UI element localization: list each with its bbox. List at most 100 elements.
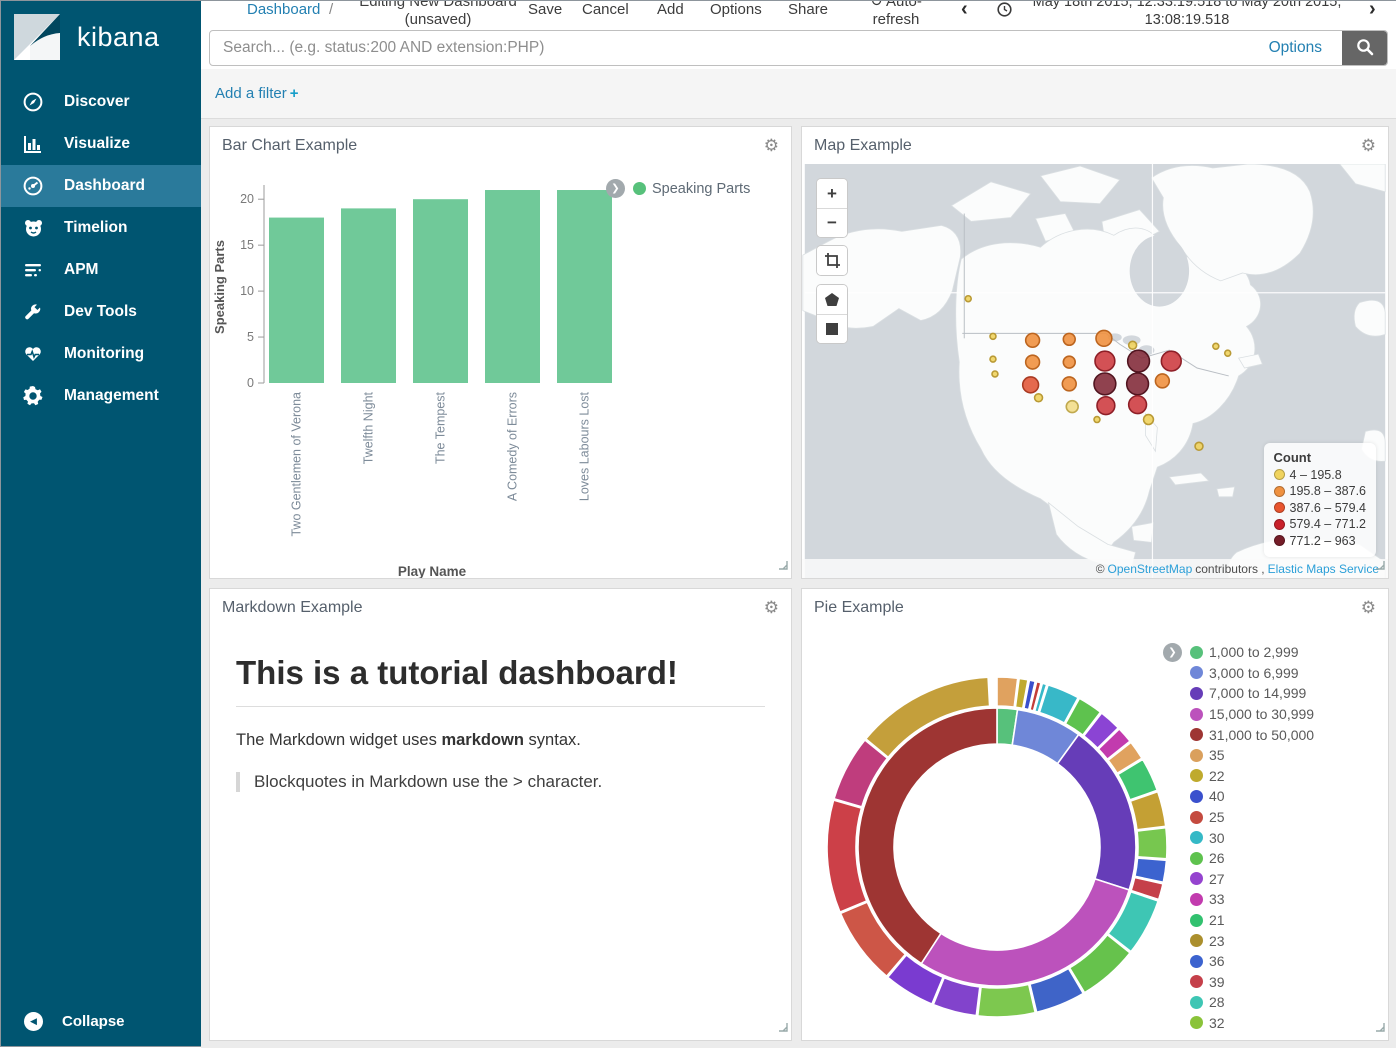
pie-legend-item[interactable]: 28 xyxy=(1190,992,1314,1013)
time-range-picker[interactable]: May 18th 2015, 12:33:19.518 to May 20th … xyxy=(1019,1,1355,29)
sidebar-collapse-button[interactable]: ◀ Collapse xyxy=(1,1002,201,1040)
sidebar-item-monitoring[interactable]: Monitoring xyxy=(1,333,201,375)
rectangle-tool-icon[interactable] xyxy=(817,314,847,343)
resize-handle-icon[interactable] xyxy=(778,1019,788,1037)
pie-legend-item[interactable]: 23 xyxy=(1190,930,1314,951)
map-marker[interactable] xyxy=(1063,356,1075,368)
map-canvas[interactable]: + − Count 4 xyxy=(802,164,1388,579)
map-marker[interactable] xyxy=(1161,351,1181,371)
pie-legend-item[interactable]: 36 xyxy=(1190,951,1314,972)
time-back-arrow[interactable]: ‹ xyxy=(961,1,968,21)
elastic-maps-link[interactable]: Elastic Maps Service xyxy=(1268,562,1379,576)
map-marker[interactable] xyxy=(1095,351,1115,371)
map-marker[interactable] xyxy=(990,333,996,339)
map-marker[interactable] xyxy=(1096,330,1112,346)
legend-swatch xyxy=(1190,872,1203,885)
sidebar-item-devtools[interactable]: Dev Tools xyxy=(1,291,201,333)
sidebar-item-dashboard[interactable]: Dashboard xyxy=(1,165,201,207)
panel-gear-icon[interactable]: ⚙ xyxy=(764,599,779,616)
panel-gear-icon[interactable]: ⚙ xyxy=(764,137,779,154)
bar[interactable] xyxy=(413,199,468,383)
openstreetmap-link[interactable]: OpenStreetMap xyxy=(1108,562,1193,576)
map-marker[interactable] xyxy=(1144,415,1154,425)
pie-legend-item[interactable]: 30 xyxy=(1190,827,1314,848)
map-marker[interactable] xyxy=(1195,442,1203,450)
map-marker[interactable] xyxy=(1094,373,1116,395)
options-button[interactable]: Options xyxy=(710,1,762,18)
map-marker[interactable] xyxy=(1026,333,1040,347)
polygon-tool-icon[interactable] xyxy=(817,285,847,314)
pie-slice[interactable] xyxy=(1137,828,1167,859)
pie-legend-item[interactable]: 40 xyxy=(1190,786,1314,807)
panel-gear-icon[interactable]: ⚙ xyxy=(1361,137,1376,154)
bar[interactable] xyxy=(485,190,540,383)
pie-legend-item[interactable]: 39 xyxy=(1190,972,1314,993)
map-marker[interactable] xyxy=(1066,401,1078,413)
map-marker[interactable] xyxy=(1127,373,1149,395)
bar[interactable] xyxy=(341,208,396,383)
search-options-link[interactable]: Options xyxy=(1249,31,1342,65)
bar[interactable] xyxy=(269,218,324,383)
resize-handle-icon[interactable] xyxy=(1375,557,1385,575)
sidebar-item-apm[interactable]: APM xyxy=(1,249,201,291)
pie-slice[interactable] xyxy=(997,677,1018,707)
pie-legend-item[interactable]: 26 xyxy=(1190,848,1314,869)
map-marker[interactable] xyxy=(1035,394,1043,402)
resize-handle-icon[interactable] xyxy=(1375,1019,1385,1037)
sidebar-item-visualize[interactable]: Visualize xyxy=(1,123,201,165)
pie-legend-item[interactable]: 35 xyxy=(1190,745,1314,766)
pie-legend-item[interactable]: 21 xyxy=(1190,910,1314,931)
legend-label: 15,000 to 30,999 xyxy=(1209,706,1314,722)
pie-legend-item[interactable]: 33 xyxy=(1190,889,1314,910)
sidebar-item-discover[interactable]: Discover xyxy=(1,81,201,123)
map-marker[interactable] xyxy=(1063,333,1075,345)
map-marker[interactable] xyxy=(1026,355,1040,369)
map-marker[interactable] xyxy=(990,356,996,362)
pie-legend-item[interactable]: 1,000 to 2,999 xyxy=(1190,642,1314,663)
cancel-button[interactable]: Cancel xyxy=(582,1,629,18)
pie-legend-item[interactable]: 3,000 to 6,999 xyxy=(1190,663,1314,684)
zoom-in-button[interactable]: + xyxy=(817,179,847,208)
map-marker[interactable] xyxy=(1213,343,1219,349)
map-marker[interactable] xyxy=(1062,377,1076,391)
map-marker[interactable] xyxy=(1225,350,1231,356)
add-filter-link[interactable]: Add a filter+ xyxy=(215,85,298,102)
map-marker[interactable] xyxy=(1094,417,1100,423)
map-marker[interactable] xyxy=(992,371,998,377)
kibana-logo[interactable]: kibana xyxy=(14,14,160,60)
bar[interactable] xyxy=(557,190,612,383)
resize-handle-icon[interactable] xyxy=(778,557,788,575)
zoom-out-button[interactable]: − xyxy=(817,208,847,237)
map-marker[interactable] xyxy=(1023,377,1039,393)
pie-legend-item[interactable]: 32 xyxy=(1190,1013,1314,1034)
search-submit-button[interactable] xyxy=(1342,31,1387,65)
map-marker[interactable] xyxy=(965,296,971,302)
pie-legend-item[interactable]: 27 xyxy=(1190,869,1314,890)
save-button[interactable]: Save xyxy=(528,1,562,18)
crop-tool-icon[interactable] xyxy=(817,246,847,275)
pie-legend-item[interactable]: 15,000 to 30,999 xyxy=(1190,704,1314,725)
sidebar-item-management[interactable]: Management xyxy=(1,375,201,417)
add-button[interactable]: Add xyxy=(657,1,684,18)
map-marker[interactable] xyxy=(1128,350,1150,372)
breadcrumb-dashboard[interactable]: Dashboard xyxy=(247,1,320,18)
legend-toggle-icon[interactable]: ❯ xyxy=(606,179,625,198)
map-marker[interactable] xyxy=(1129,396,1147,414)
share-button[interactable]: Share xyxy=(788,1,828,18)
sidebar-item-timelion[interactable]: Timelion xyxy=(1,207,201,249)
search-input[interactable] xyxy=(210,31,1249,65)
pie-legend-item[interactable]: 7,000 to 14,999 xyxy=(1190,683,1314,704)
pie-legend-item[interactable]: 25 xyxy=(1190,807,1314,828)
pie-slice[interactable] xyxy=(978,984,1035,1017)
map-marker[interactable] xyxy=(1129,341,1137,349)
pie-legend-item[interactable]: 22 xyxy=(1190,766,1314,787)
auto-refresh-button[interactable]: ↻ Auto- refresh xyxy=(856,1,936,29)
map-marker[interactable] xyxy=(1155,374,1169,388)
time-forward-arrow[interactable]: › xyxy=(1369,1,1376,21)
legend-item[interactable]: Speaking Parts xyxy=(652,181,750,197)
pie-legend-item[interactable]: 31,000 to 50,000 xyxy=(1190,724,1314,745)
map-marker[interactable] xyxy=(1097,397,1115,415)
panel-gear-icon[interactable]: ⚙ xyxy=(1361,599,1376,616)
legend-toggle-icon[interactable]: ❯ xyxy=(1163,643,1182,662)
panel-bar-chart: Bar Chart Example ⚙ 05101520Speaking Par… xyxy=(209,126,792,579)
